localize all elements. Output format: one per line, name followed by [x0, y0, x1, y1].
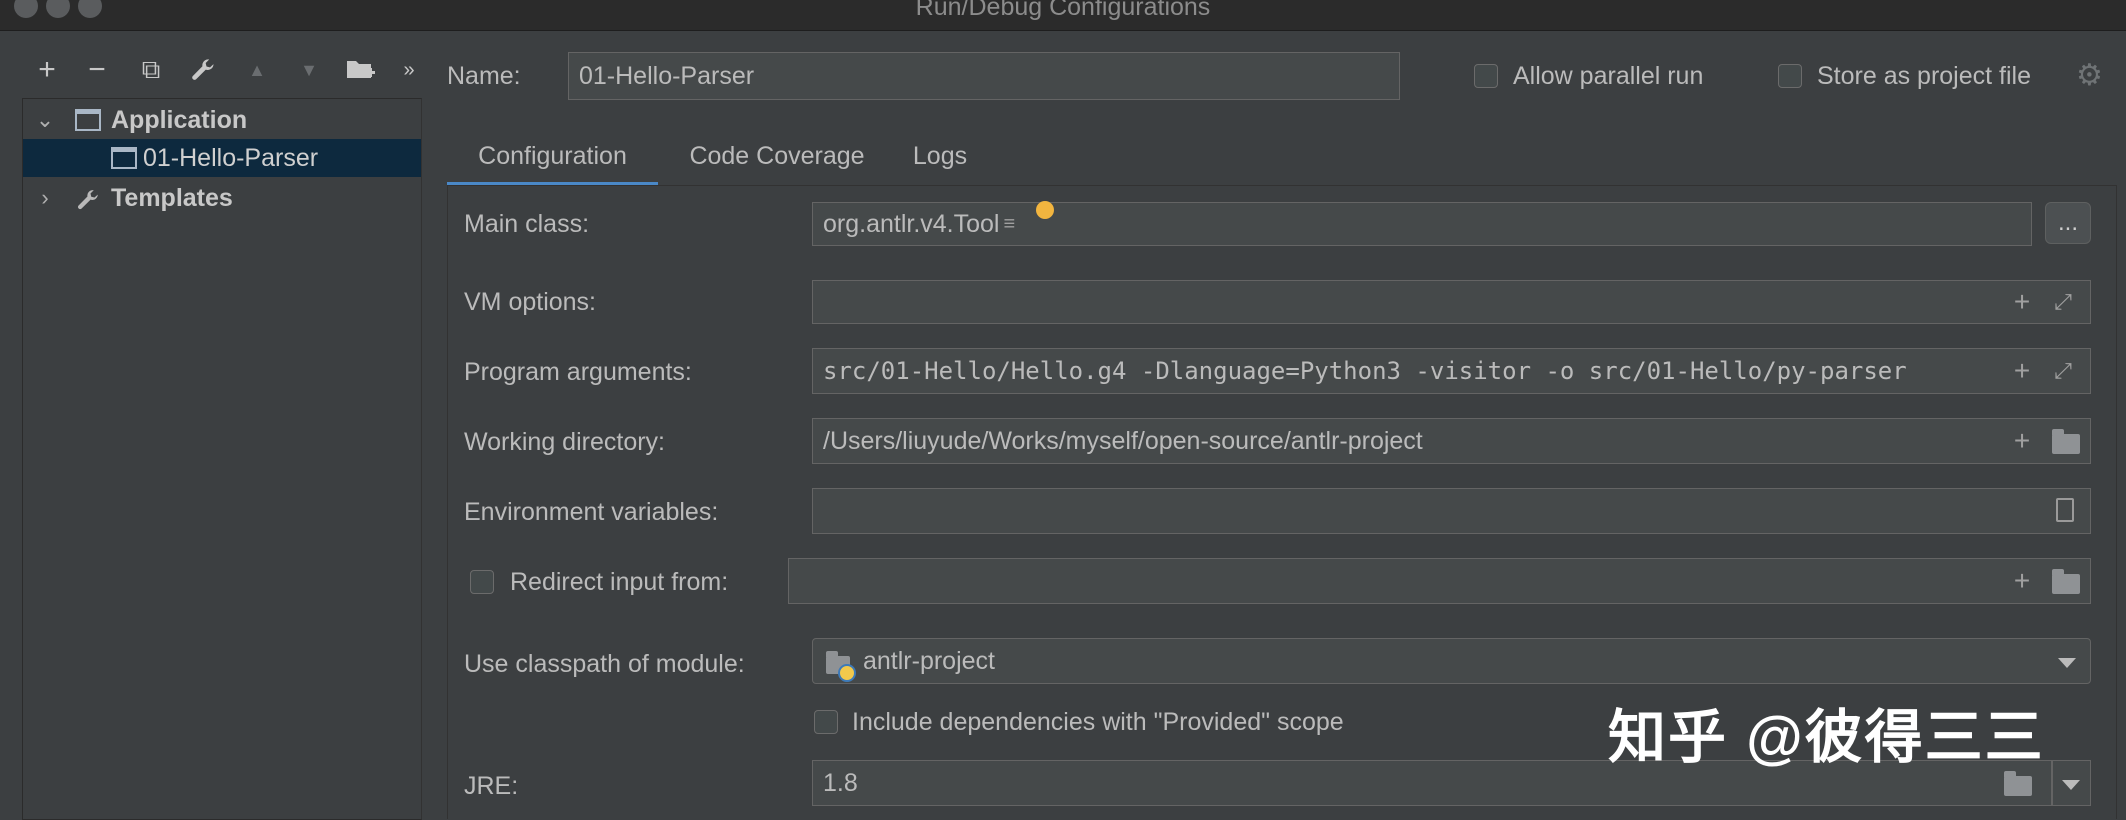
add-icon[interactable]: +: [2006, 353, 2038, 389]
vm-options-input[interactable]: [812, 280, 2091, 324]
tree-item-01-hello-parser[interactable]: 01-Hello-Parser: [23, 139, 421, 177]
lines-icon: ≡: [1003, 212, 1016, 235]
chevron-down-icon: [2062, 780, 2080, 790]
main-class-label: Main class:: [464, 210, 590, 238]
allow-parallel-checkbox[interactable]: [1474, 64, 1498, 88]
application-icon: [111, 147, 137, 169]
jre-label: JRE:: [464, 772, 519, 800]
window-title: Run/Debug Configurations: [915, 0, 1211, 21]
redirect-input-checkbox[interactable]: [470, 570, 494, 594]
wrench-icon[interactable]: [186, 52, 220, 88]
gear-icon[interactable]: ⚙: [2076, 58, 2103, 93]
main-class-input[interactable]: org.antlr.v4.Tool ≡: [812, 202, 2032, 246]
remove-icon[interactable]: −: [80, 52, 114, 88]
env-vars-label: Environment variables:: [464, 498, 719, 526]
add-icon[interactable]: +: [2006, 423, 2038, 459]
new-folder-icon[interactable]: [344, 52, 378, 88]
wrench-icon: [78, 190, 98, 210]
chevron-right-icon[interactable]: ›: [35, 185, 55, 210]
watermark: 知乎 @彼得三三: [1608, 705, 2045, 770]
working-dir-label: Working directory:: [464, 428, 665, 456]
store-project-checkbox[interactable]: [1778, 64, 1802, 88]
program-args-label: Program arguments:: [464, 358, 692, 386]
tab-code-coverage[interactable]: Code Coverage: [672, 130, 882, 182]
application-icon: [75, 109, 101, 131]
browse-main-class-button[interactable]: ...: [2045, 202, 2091, 244]
store-project-label: Store as project file: [1817, 62, 2031, 90]
more-icon[interactable]: »: [392, 52, 426, 88]
add-icon[interactable]: +: [2006, 563, 2038, 599]
add-icon[interactable]: +: [30, 52, 64, 88]
wrench-glyph: [192, 59, 214, 80]
tree-item-label: 01-Hello-Parser: [143, 143, 319, 172]
main-class-value: org.antlr.v4.Tool: [823, 209, 1000, 238]
chevron-down-icon[interactable]: [2058, 658, 2076, 668]
move-up-icon[interactable]: ▲: [240, 52, 274, 88]
folder-icon[interactable]: [2052, 429, 2080, 454]
copy-icon[interactable]: ⧉: [134, 52, 168, 88]
include-deps-label: Include dependencies with "Provided" sco…: [852, 708, 1344, 736]
classpath-label: Use classpath of module:: [464, 650, 745, 678]
tree-item-label: Application: [111, 105, 248, 134]
folder-icon[interactable]: [2052, 569, 2080, 594]
expand-icon[interactable]: ⤢: [2046, 353, 2080, 389]
folder-icon[interactable]: [2004, 771, 2032, 796]
include-deps-checkbox[interactable]: [814, 710, 838, 734]
config-tree: ⌄ Application 01-Hello-Parser › Template…: [22, 98, 422, 820]
expand-icon[interactable]: ⤢: [2046, 284, 2080, 320]
vm-options-label: VM options:: [464, 288, 597, 316]
tab-logs[interactable]: Logs: [895, 130, 985, 182]
folder-plus-glyph: [347, 61, 375, 78]
move-down-icon[interactable]: ▼: [292, 52, 326, 88]
tab-configuration[interactable]: Configuration: [447, 130, 658, 187]
lightbulb-icon[interactable]: [1036, 201, 1054, 219]
name-label: Name:: [447, 62, 521, 90]
allow-parallel-label: Allow parallel run: [1513, 62, 1704, 90]
document-icon[interactable]: [2056, 498, 2074, 522]
classpath-select[interactable]: antlr-project: [812, 638, 2091, 684]
redirect-input-field[interactable]: [788, 558, 2091, 604]
add-icon[interactable]: +: [2006, 284, 2038, 320]
program-args-input[interactable]: src/01-Hello/Hello.g4 -Dlanguage=Python3…: [812, 348, 2091, 394]
chevron-down-icon[interactable]: ⌄: [35, 107, 55, 132]
tree-item-label: Templates: [111, 183, 233, 212]
env-vars-input[interactable]: [812, 488, 2091, 534]
tree-item-application[interactable]: ⌄ Application: [23, 101, 421, 139]
name-input[interactable]: 01-Hello-Parser: [568, 52, 1400, 100]
working-dir-input[interactable]: /Users/liuyude/Works/myself/open-source/…: [812, 418, 2091, 464]
python-icon: [838, 664, 856, 682]
title-bar: Run/Debug Configurations: [0, 0, 2126, 31]
redirect-input-label: Redirect input from:: [510, 568, 729, 596]
tree-item-templates[interactable]: › Templates: [23, 179, 421, 217]
